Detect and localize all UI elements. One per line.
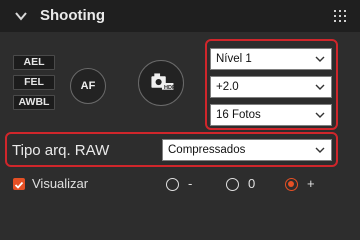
checkmark-icon xyxy=(14,181,24,189)
chevron-down-icon xyxy=(315,56,325,62)
preview-checkbox[interactable] xyxy=(13,178,25,190)
ael-button[interactable]: AEL xyxy=(13,55,55,70)
awbl-button[interactable]: AWBL xyxy=(13,95,55,110)
radio-plus[interactable] xyxy=(285,178,298,191)
chevron-down-icon[interactable] xyxy=(14,9,28,23)
count-select[interactable]: 16 Fotos xyxy=(210,104,332,126)
panel-title: Shooting xyxy=(40,7,105,24)
preview-label: Visualizar xyxy=(32,176,89,191)
panel-header[interactable]: Shooting xyxy=(0,0,360,32)
chevron-down-icon xyxy=(315,112,325,118)
radio-minus-label: - xyxy=(188,176,193,191)
count-select-value: 16 Fotos xyxy=(216,109,261,121)
chevron-down-icon xyxy=(315,147,325,153)
level-select-value: Nível 1 xyxy=(216,53,252,65)
fel-button[interactable]: FEL xyxy=(13,75,55,90)
af-button[interactable]: AF xyxy=(70,68,106,104)
hdr-label: HDR xyxy=(164,85,176,91)
raw-type-label: Tipo arq. RAW xyxy=(12,142,110,159)
chevron-down-icon xyxy=(315,84,325,90)
radio-zero-label: 0 xyxy=(248,176,256,191)
level-select[interactable]: Nível 1 xyxy=(210,48,332,70)
exposure-select-value: +2.0 xyxy=(216,81,239,93)
grid-dots-icon[interactable] xyxy=(334,10,346,22)
exposure-select[interactable]: +2.0 xyxy=(210,76,332,98)
radio-plus-label: + xyxy=(307,176,315,191)
raw-type-select[interactable]: Compressados xyxy=(162,139,332,161)
radio-minus[interactable] xyxy=(166,178,179,191)
radio-zero[interactable] xyxy=(226,178,239,191)
raw-type-select-value: Compressados xyxy=(168,144,246,156)
hdr-button[interactable]: HDR xyxy=(138,60,184,106)
hdr-camera-icon xyxy=(151,73,174,90)
